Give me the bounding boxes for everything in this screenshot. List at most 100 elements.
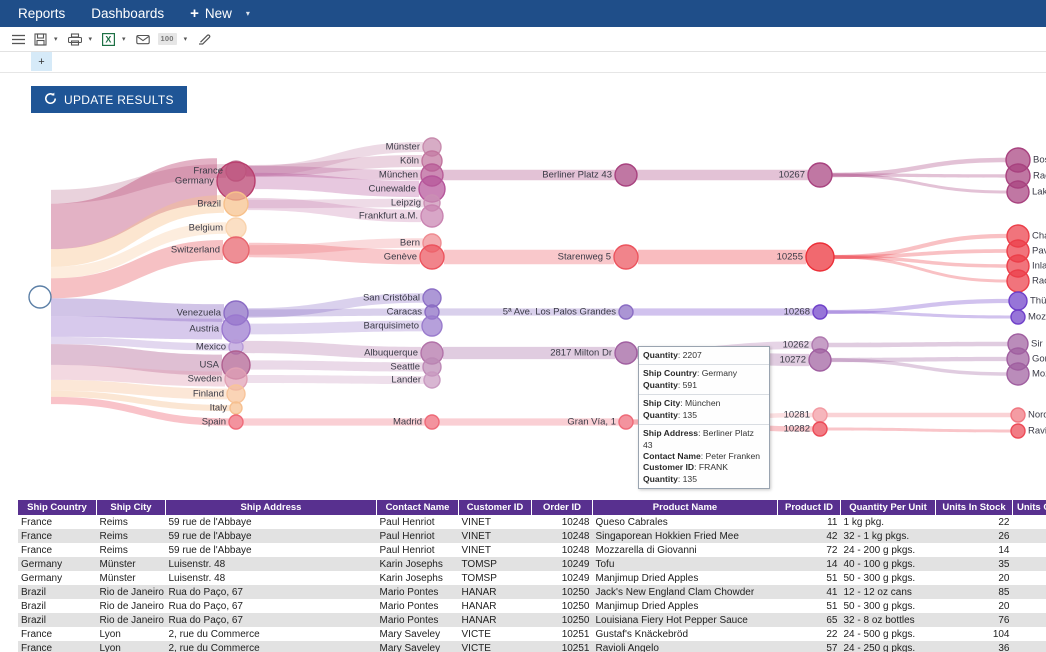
table-cell: 24 - 200 g pkgs. (843, 544, 916, 556)
table-row[interactable]: Brazil Rio de Janeiro Rua do Paço, 67 Mario… (18, 599, 1046, 613)
sankey-address-node[interactable] (618, 304, 634, 320)
sankey-order-node[interactable] (812, 304, 828, 320)
table-column-header[interactable]: Product Name (592, 500, 778, 515)
update-results-button[interactable]: UPDATE RESULTS (31, 86, 187, 113)
sankey-product-node[interactable] (1006, 362, 1030, 386)
table-row[interactable]: France Reims 59 rue de l'Abbaye Paul Henrio… (18, 529, 1046, 543)
table-cell: Rio de Janeiro (99, 600, 164, 612)
table-cell: 0 (1013, 557, 1046, 571)
sankey-root-node[interactable] (28, 285, 52, 309)
table-row[interactable]: France Lyon 2, rue du Commerce Mary Saveley… (18, 641, 1046, 652)
sankey-order-node[interactable] (812, 407, 828, 423)
table-cell: Singaporean Hokkien Fried Mee (595, 530, 739, 542)
sankey-city-node[interactable] (419, 244, 445, 270)
table-cell: HANAR (461, 614, 497, 626)
sankey-node-label: Chang (1032, 230, 1046, 242)
sankey-country-node[interactable] (222, 236, 250, 264)
table-column-header[interactable]: Ship Address (165, 500, 377, 515)
table-cell: 10251 (561, 628, 590, 640)
sankey-product-node[interactable] (1006, 180, 1030, 204)
zoom-level-value: 100 (157, 33, 177, 45)
table-column-header[interactable]: Contact Name (376, 500, 459, 515)
zoom-level-indicator[interactable]: 100 (156, 29, 179, 49)
table-cell: 104 (992, 628, 1010, 640)
sankey-node-label: Sweden (187, 373, 222, 385)
table-cell: France (21, 530, 53, 542)
sankey-country-node[interactable] (228, 414, 244, 430)
table-cell: 72 (826, 544, 838, 556)
sankey-address-node[interactable] (614, 163, 638, 187)
sankey-city-node[interactable] (421, 315, 443, 337)
table-row[interactable]: France Lyon 2, rue du Commerce Mary Saveley… (18, 627, 1046, 641)
edit-icon[interactable] (195, 29, 213, 49)
sankey-city-node[interactable] (420, 204, 444, 228)
sankey-product-node[interactable] (1008, 291, 1028, 311)
table-column-header[interactable]: Units On Order (1012, 500, 1046, 515)
table-row[interactable]: France Reims 59 rue de l'Abbaye Paul Henrio… (18, 543, 1046, 557)
table-column-header[interactable]: Ship City (96, 500, 166, 515)
table-cell: 59 rue de l'Abbaye (168, 544, 252, 556)
new-menu-button[interactable]: + New ▾ (190, 6, 250, 21)
table-cell: Reims (99, 516, 128, 528)
add-tab-button[interactable]: + (31, 52, 52, 71)
sankey-order-node[interactable] (807, 162, 833, 188)
table-column-header[interactable]: Customer ID (458, 500, 532, 515)
table-row[interactable]: Brazil Rio de Janeiro Rua do Paço, 67 Mario… (18, 613, 1046, 627)
nav-item-reports[interactable]: Reports (18, 6, 65, 21)
table-cell: 42 (826, 530, 838, 542)
sankey-node-label: 10267 (778, 169, 805, 181)
tooltip-section: Ship City: München Quantity: 135 (639, 394, 769, 424)
print-icon[interactable] (66, 29, 84, 49)
sankey-country-node[interactable] (221, 314, 251, 344)
table-cell: 85 (998, 586, 1010, 598)
table-column-header[interactable]: Order ID (531, 500, 593, 515)
sankey-order-node[interactable] (808, 348, 832, 372)
email-icon[interactable] (134, 29, 152, 49)
table-cell: 50 - 300 g pkgs. (843, 572, 916, 584)
tooltip-section: Ship Country: Germany Quantity: 591 (639, 364, 769, 394)
sankey-country-node[interactable] (223, 191, 249, 217)
table-row[interactable]: France Reims 59 rue de l'Abbaye Paul Henrio… (18, 515, 1046, 529)
tooltip-key: Customer ID (643, 462, 695, 473)
sankey-city-node[interactable] (423, 371, 441, 389)
sankey-product-node[interactable] (1010, 423, 1026, 439)
sankey-country-node[interactable] (229, 401, 243, 415)
excel-dropdown-caret[interactable]: ▾ (121, 35, 130, 43)
sankey-city-node[interactable] (422, 288, 442, 308)
table-cell: France (21, 544, 53, 556)
sankey-country-node[interactable] (225, 217, 247, 239)
table-column-header[interactable]: Ship Country (18, 500, 97, 515)
sankey-city-node[interactable] (424, 414, 440, 430)
table-row[interactable]: Germany Münster Luisenstr. 48 Karin Josephs… (18, 571, 1046, 585)
table-cell: Mary Saveley (379, 642, 441, 652)
results-table-container[interactable]: Ship Country Ship City Ship Address Contact… (18, 500, 1046, 652)
table-column-header[interactable]: Units In Stock (935, 500, 1013, 515)
sankey-order-node[interactable] (805, 242, 835, 272)
sankey-node-label: München (378, 169, 418, 181)
sankey-product-node[interactable] (1010, 407, 1026, 423)
results-table: Ship Country Ship City Ship Address Contact… (18, 500, 1046, 652)
table-column-header[interactable]: Quantity Per Unit (840, 500, 936, 515)
print-dropdown-caret[interactable]: ▾ (88, 35, 97, 43)
chevron-down-icon[interactable]: ▾ (246, 9, 250, 18)
table-cell: Germany (21, 558, 63, 570)
save-dropdown-caret[interactable]: ▾ (53, 35, 62, 43)
excel-export-icon[interactable]: X (100, 29, 117, 49)
sankey-address-node[interactable] (618, 414, 634, 430)
sankey-order-node[interactable] (812, 421, 828, 437)
menu-icon[interactable] (9, 29, 28, 49)
save-icon[interactable] (32, 29, 49, 49)
table-row[interactable]: Brazil Rio de Janeiro Rua do Paço, 67 Mario… (18, 585, 1046, 599)
table-cell: Jack's New England Clam Chowder (595, 586, 755, 598)
nav-item-dashboards[interactable]: Dashboards (91, 6, 164, 21)
sankey-country-node[interactable] (226, 384, 246, 404)
sankey-product-node[interactable] (1006, 269, 1030, 293)
sankey-product-node[interactable] (1010, 309, 1026, 325)
table-cell: 59 rue de l'Abbaye (168, 530, 252, 542)
sankey-address-node[interactable] (614, 341, 638, 365)
table-cell: 2, rue du Commerce (168, 628, 260, 640)
zoom-dropdown-caret[interactable]: ▾ (183, 35, 192, 43)
sankey-address-node[interactable] (613, 244, 639, 270)
table-column-header[interactable]: Product ID (777, 500, 841, 515)
table-row[interactable]: Germany Münster Luisenstr. 48 Karin Josephs… (18, 557, 1046, 571)
